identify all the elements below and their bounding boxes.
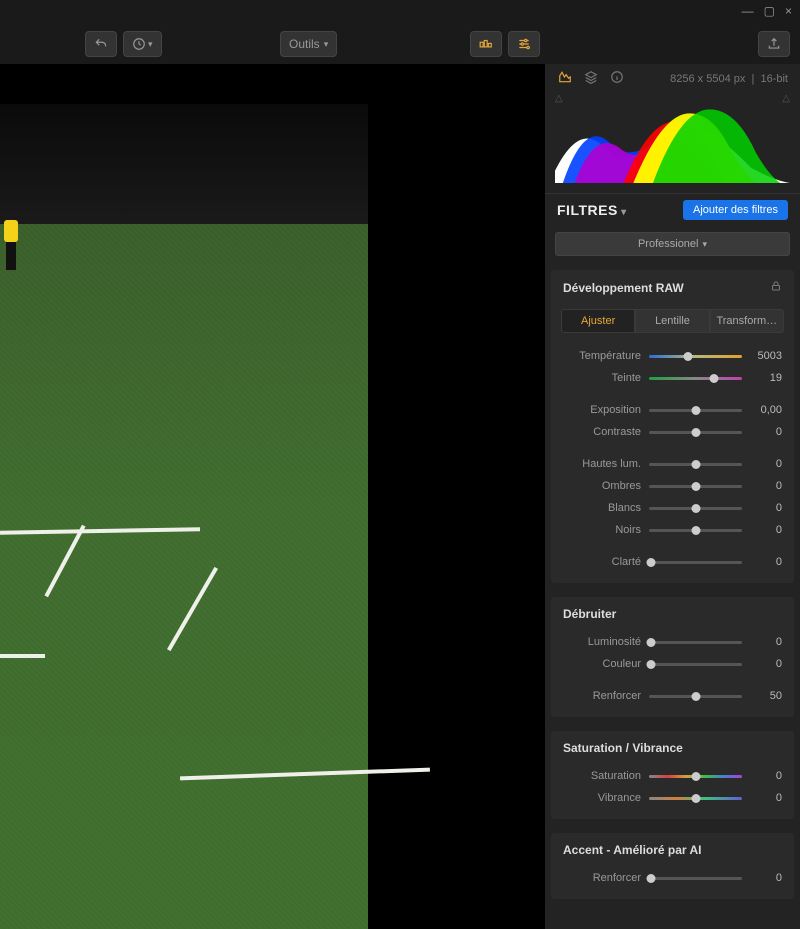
lock-icon[interactable]: [770, 280, 782, 295]
raw-title: Développement RAW: [563, 281, 684, 295]
exposure-value[interactable]: 0,00: [742, 404, 782, 416]
whites-label: Blancs: [563, 502, 649, 514]
tint-label: Teinte: [563, 372, 649, 384]
undo-button[interactable]: [85, 31, 117, 57]
info-icon[interactable]: [609, 70, 625, 87]
tab-lens[interactable]: Lentille: [635, 309, 709, 333]
shadows-label: Ombres: [563, 480, 649, 492]
close-button[interactable]: ×: [785, 4, 792, 18]
filters-heading[interactable]: FILTRES: [557, 202, 627, 218]
whites-slider[interactable]: [649, 507, 742, 510]
lum-value[interactable]: 0: [742, 636, 782, 648]
maximize-button[interactable]: ▢: [764, 4, 775, 18]
exposure-label: Exposition: [563, 404, 649, 416]
exposure-slider[interactable]: [649, 409, 742, 412]
saturation-value[interactable]: 0: [742, 770, 782, 782]
highlights-label: Hautes lum.: [563, 458, 649, 470]
boost-label: Renforcer: [563, 690, 649, 702]
clarity-value[interactable]: 0: [742, 556, 782, 568]
boost-value[interactable]: 50: [742, 690, 782, 702]
lum-label: Luminosité: [563, 636, 649, 648]
temperature-slider[interactable]: [649, 355, 742, 358]
color-value[interactable]: 0: [742, 658, 782, 670]
color-label: Couleur: [563, 658, 649, 670]
shadows-slider[interactable]: [649, 485, 742, 488]
denoise-title: Débruiter: [563, 607, 616, 621]
whites-value[interactable]: 0: [742, 502, 782, 514]
share-button[interactable]: [758, 31, 790, 57]
adjust-sliders-button[interactable]: [508, 31, 540, 57]
minimize-button[interactable]: —: [742, 4, 754, 18]
window-controls: — ▢ ×: [734, 0, 800, 22]
saturation-slider[interactable]: [649, 775, 742, 778]
tools-label: Outils: [289, 37, 320, 51]
shadow-clip-icon[interactable]: △: [555, 93, 563, 104]
accent-boost-label: Renforcer: [563, 872, 649, 884]
highlight-clip-icon[interactable]: △: [782, 93, 790, 104]
noirs-slider[interactable]: [649, 529, 742, 532]
tools-dropdown[interactable]: Outils ▾: [280, 31, 337, 57]
temperature-value[interactable]: 5003: [742, 350, 782, 362]
contrast-value[interactable]: 0: [742, 426, 782, 438]
histogram[interactable]: △ △: [555, 91, 790, 183]
noirs-label: Noirs: [563, 524, 649, 536]
image-canvas[interactable]: [0, 64, 545, 929]
contrast-slider[interactable]: [649, 431, 742, 434]
accent-boost-slider[interactable]: [649, 877, 742, 880]
denoise-section: Débruiter Luminosité 0 Couleur 0 Renforcer…: [551, 597, 794, 717]
add-filters-button[interactable]: Ajouter des filtres: [683, 200, 788, 220]
history-button[interactable]: ▾: [123, 31, 162, 57]
image-metadata: 8256 x 5504 px | 16-bit: [670, 73, 788, 85]
vibrance-label: Vibrance: [563, 792, 649, 804]
noirs-value[interactable]: 0: [742, 524, 782, 536]
accent-title: Accent - Amélioré par AI: [563, 843, 701, 857]
satvib-section: Saturation / Vibrance Saturation 0 Vibran…: [551, 731, 794, 819]
saturation-label: Saturation: [563, 770, 649, 782]
highlights-value[interactable]: 0: [742, 458, 782, 470]
vibrance-slider[interactable]: [649, 797, 742, 800]
tab-transform[interactable]: Transform…: [710, 309, 784, 333]
boost-slider[interactable]: [649, 695, 742, 698]
contrast-label: Contraste: [563, 426, 649, 438]
satvib-title: Saturation / Vibrance: [563, 741, 683, 755]
top-toolbar: ▾ Outils ▾: [0, 28, 800, 60]
shadows-value[interactable]: 0: [742, 480, 782, 492]
vibrance-value[interactable]: 0: [742, 792, 782, 804]
filters-panel: 8256 x 5504 px | 16-bit △ △ FILTRES Ajou…: [545, 64, 800, 929]
tab-adjust[interactable]: Ajuster: [561, 309, 635, 333]
raw-section: Développement RAW Ajuster Lentille Trans…: [551, 270, 794, 583]
layers-icon[interactable]: [583, 70, 599, 87]
clarity-slider[interactable]: [649, 561, 742, 564]
luminance-slider[interactable]: [649, 641, 742, 644]
accent-boost-value[interactable]: 0: [742, 872, 782, 884]
accent-section: Accent - Amélioré par AI Renforcer 0: [551, 833, 794, 899]
preset-dropdown[interactable]: Professionel▾: [555, 232, 790, 256]
color-slider[interactable]: [649, 663, 742, 666]
compare-button[interactable]: [470, 31, 502, 57]
clarity-label: Clarté: [563, 556, 649, 568]
preview-image: [0, 104, 368, 929]
highlights-slider[interactable]: [649, 463, 742, 466]
temperature-label: Température: [563, 350, 649, 362]
tint-value[interactable]: 19: [742, 372, 782, 384]
tint-slider[interactable]: [649, 377, 742, 380]
histogram-icon[interactable]: [557, 70, 573, 87]
